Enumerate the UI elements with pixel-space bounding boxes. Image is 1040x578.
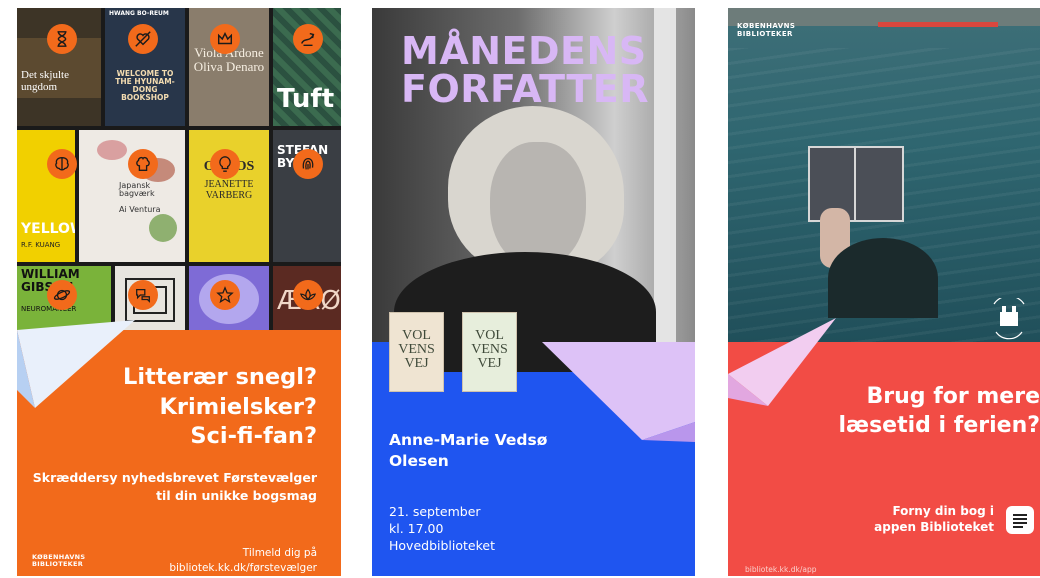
library-logo: KØBENHAVNS BIBLIOTEKER bbox=[737, 22, 795, 39]
cta-line: appen Biblioteket bbox=[874, 520, 994, 535]
title-line: MÅNEDENS bbox=[401, 29, 647, 73]
poster-author-of-month: MÅNEDENS FORFATTER VOL VENS VEJ VOL VENS… bbox=[372, 8, 695, 576]
headline: Brug for mere læsetid i ferien? bbox=[740, 383, 1040, 440]
book-cover-title: YELLOWFACE bbox=[21, 221, 75, 237]
cta-link[interactable]: bibliotek.kk.dk/førstevælger bbox=[169, 561, 317, 576]
headline-line: Brug for mere bbox=[866, 384, 1040, 409]
author-name: Anne-Marie Vedsø Olesen bbox=[389, 430, 547, 472]
headline-line: Krimielsker? bbox=[159, 393, 317, 420]
event-time: kl. 17.00 bbox=[389, 520, 444, 536]
event-info: 21. september kl. 17.00 Hovedbiblioteket bbox=[389, 504, 495, 555]
book-title: VOL VENS VEJ bbox=[465, 329, 514, 371]
book-cover-title: Tuft bbox=[277, 84, 335, 114]
headline-line: læsetid i ferien? bbox=[838, 412, 1040, 438]
crown-icon bbox=[210, 24, 240, 54]
book-cover: VOL VENS VEJ bbox=[389, 312, 444, 392]
book-cover-title: Japansk bagværk bbox=[119, 181, 155, 199]
subline-line: Skræddersy nyhedsbrevet Førstevælger bbox=[32, 470, 317, 485]
swimmer-photo bbox=[728, 8, 1040, 342]
logo-line: KØBENHAVNS bbox=[737, 22, 796, 30]
chef-hat-icon bbox=[128, 149, 158, 179]
book-title-line: VEJ bbox=[477, 356, 502, 371]
book-cover-grid: Det skjulte ungdom HWANG BO-REUM WELCOME… bbox=[17, 8, 341, 330]
headline-line: Sci-fi-fan? bbox=[190, 423, 317, 450]
logo-line: BIBLIOTEKER bbox=[737, 30, 793, 39]
hourglass-icon bbox=[47, 24, 77, 54]
book-cover-author: JEANETTE VARBERG bbox=[204, 179, 254, 201]
library-app-icon[interactable] bbox=[1006, 506, 1034, 534]
title-line: FORFATTER bbox=[401, 67, 650, 111]
page-fold-graphic bbox=[542, 342, 695, 442]
poster-renew-app: KØBENHAVNS BIBLIOTEKER Brug for mere læs… bbox=[728, 8, 1040, 576]
planet-icon bbox=[47, 280, 77, 310]
book-cover-title: WELCOME TO THE HYUNAM-DONG BOOKSHOP bbox=[115, 69, 175, 102]
book-title-line: VEJ bbox=[404, 356, 429, 371]
fingerprint-icon bbox=[293, 149, 323, 179]
cta-line: Tilmeld dig på bbox=[242, 547, 317, 559]
subline: Skræddersy nyhedsbrevet Førstevælger til… bbox=[17, 469, 317, 504]
event-date: 21. september bbox=[389, 504, 481, 519]
heart-arrow-icon bbox=[128, 24, 158, 54]
book-cover-author: HWANG BO-REUM bbox=[109, 10, 169, 17]
author-name-line: Anne-Marie Vedsø bbox=[389, 431, 548, 449]
lotus-icon bbox=[293, 280, 323, 310]
book-title-line: VOL bbox=[402, 328, 431, 343]
municipality-seal-icon bbox=[993, 298, 1025, 340]
book-cover-author: R.F. KUANG bbox=[21, 241, 61, 249]
book-title-line: VOL bbox=[475, 328, 504, 343]
speech-bubbles-icon bbox=[128, 280, 158, 310]
signup-cta: Tilmeld dig på bibliotek.kk.dk/førstevæl… bbox=[169, 546, 317, 575]
event-place: Hovedbiblioteket bbox=[389, 537, 495, 553]
subline-line: til din unikke bogsmag bbox=[156, 487, 317, 503]
book-cover-title: Det skjulte ungdom bbox=[21, 69, 69, 93]
book-title-line: VENS bbox=[398, 342, 435, 357]
headline: Litterær snegl? Krimielsker? Sci-fi-fan? bbox=[27, 363, 317, 452]
headline-line: Litterær snegl? bbox=[123, 364, 317, 390]
renew-cta: Forny din bog i appen Biblioteket bbox=[874, 503, 994, 535]
logo-line: BIBLIOTEKER bbox=[32, 560, 84, 569]
page-title: MÅNEDENS FORFATTER bbox=[401, 32, 649, 108]
book-title: VOL VENS VEJ bbox=[392, 329, 441, 371]
book-cover-author: Ai Ventura bbox=[119, 205, 161, 214]
brain-icon bbox=[47, 149, 77, 179]
poster-newsletter: Det skjulte ungdom HWANG BO-REUM WELCOME… bbox=[17, 8, 341, 576]
dragon-icon bbox=[293, 24, 323, 54]
book-cover: VOL VENS VEJ bbox=[462, 312, 517, 392]
star-icon bbox=[210, 280, 240, 310]
author-name-line: Olesen bbox=[389, 451, 449, 470]
app-url[interactable]: bibliotek.kk.dk/app bbox=[745, 565, 816, 574]
lightbulb-icon bbox=[210, 149, 240, 179]
library-logo: KØBENHAVNS BIBLIOTEKER bbox=[32, 553, 85, 569]
book-cover: Japansk bagværk Ai Ventura bbox=[79, 130, 185, 262]
cta-line: Forny din bog i bbox=[892, 504, 994, 518]
book-title-line: VENS bbox=[471, 342, 508, 357]
